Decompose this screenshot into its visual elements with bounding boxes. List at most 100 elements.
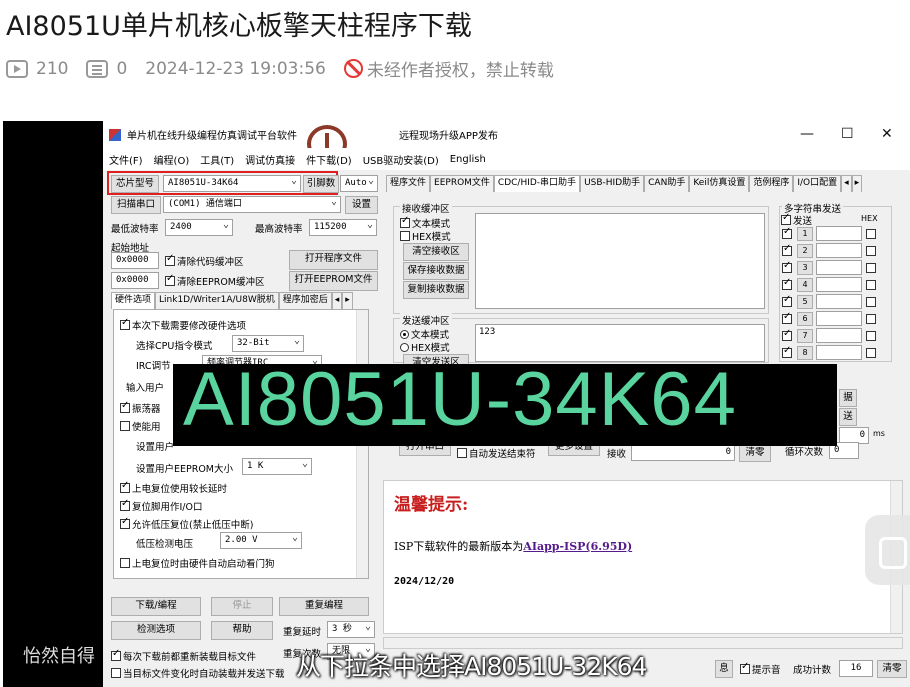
copy-receive-button[interactable]: 复制接收数据 (403, 281, 469, 299)
send-text-radio-icon[interactable] (400, 330, 409, 339)
clear-eeprom-checkbox[interactable]: 清除EEPROM缓冲区 (165, 273, 265, 288)
multi-row-input[interactable] (816, 328, 862, 343)
menu-file[interactable]: 文件(F) (109, 152, 143, 167)
send-hex-radio-icon[interactable] (400, 343, 409, 352)
multi-row-hex-check-icon[interactable] (866, 262, 876, 273)
menu-debug[interactable]: 调试仿真接 (245, 152, 295, 167)
com-port-select[interactable]: (COM1) 通信端口 (163, 196, 341, 213)
multi-row-hex-check-icon[interactable] (866, 330, 876, 341)
low-voltage-select[interactable]: 2.00 V (220, 532, 302, 549)
help-button[interactable]: 帮助 (211, 621, 273, 640)
multi-row-input[interactable] (816, 345, 862, 360)
low-voltage-check-icon[interactable] (120, 516, 130, 529)
power-reset-check-icon[interactable] (120, 480, 130, 493)
send-hex-mode[interactable]: HEX模式 (400, 340, 450, 354)
max-baud-select[interactable]: 115200 (309, 219, 377, 236)
clear-receive-count-button[interactable]: 清零 (739, 444, 771, 462)
multi-row-check-icon[interactable] (782, 226, 792, 239)
check-options-button[interactable]: 检测选项 (111, 621, 201, 640)
reload-check-icon[interactable] (111, 648, 121, 661)
tab-eeprom-file[interactable]: EEPROM文件 (430, 175, 494, 192)
multi-row-check-icon[interactable] (782, 345, 792, 358)
side-float-icon[interactable] (865, 515, 910, 585)
right-tab-left-icon[interactable]: ◂ (841, 175, 852, 192)
reset-pin-option[interactable]: 复位脚用作I/O口 (120, 498, 202, 513)
multi-row-hex-check-icon[interactable] (866, 347, 876, 358)
multi-row-check-icon[interactable] (782, 260, 792, 273)
recv-hex-check-icon[interactable] (400, 231, 410, 241)
open-eeprom-button[interactable]: 打开EEPROM文件 (289, 271, 378, 291)
low-voltage-reset-option[interactable]: 允许低压复位(禁止低压中断) (120, 516, 253, 531)
watchdog-option[interactable]: 上电复位时由硬件自动启动看门狗 (120, 556, 275, 570)
clear-receive-button[interactable]: 清空接收区 (403, 243, 469, 261)
multi-send-all-check-icon[interactable] (781, 212, 791, 225)
multi-row-hex-check-icon[interactable] (866, 279, 876, 290)
tab-scroll-left-icon[interactable]: ◂ (331, 292, 343, 309)
minimize-icon[interactable]: — (800, 126, 814, 142)
recv-text-check-icon[interactable] (400, 215, 410, 228)
tab-keil-sim[interactable]: Keil仿真设置 (689, 175, 750, 192)
download-program-button[interactable]: 下载/编程 (111, 597, 201, 616)
tab-usb-hid[interactable]: USB-HID助手 (580, 175, 645, 192)
tab-io-config[interactable]: I/O口配置 (793, 175, 842, 192)
multi-row-input[interactable] (816, 294, 862, 309)
multi-row-input[interactable] (816, 311, 862, 326)
tab-scroll-right-icon[interactable]: ▸ (342, 292, 353, 309)
open-program-button[interactable]: 打开程序文件 (289, 250, 378, 270)
multi-row-input[interactable] (816, 243, 862, 258)
oscillator-option[interactable]: 振荡器 (120, 400, 161, 415)
stop-button[interactable]: 停止 (211, 597, 273, 616)
multi-row-hex-check-icon[interactable] (866, 228, 876, 239)
menu-usb-driver[interactable]: USB驱动安装(D) (363, 152, 439, 167)
multi-row-input[interactable] (816, 277, 862, 292)
sound-check-icon[interactable] (740, 661, 750, 674)
min-baud-select[interactable]: 2400 (165, 219, 233, 236)
repeat-delay-select[interactable]: 3 秒 (327, 621, 375, 638)
eeprom-address-input[interactable]: 0x0000 (111, 272, 159, 289)
tab-examples[interactable]: 范例程序 (749, 175, 794, 192)
watchdog-check-icon[interactable] (120, 558, 130, 568)
enable-check-icon[interactable] (120, 421, 130, 431)
partial-button-1[interactable]: 据 (839, 389, 857, 407)
clear-code-checkbox[interactable]: 清除代码缓冲区 (165, 253, 244, 268)
clear-code-check-icon[interactable] (165, 253, 175, 266)
auto-load-option[interactable]: 当目标文件变化时自动装载并发送下载 (111, 666, 285, 680)
power-reset-option[interactable]: 上电复位使用较长延时 (120, 480, 227, 495)
modify-hw-option[interactable]: 本次下载需要修改硬件选项 (120, 317, 246, 332)
multi-row-send-button[interactable]: 6 (797, 311, 813, 326)
pins-button[interactable]: 引脚数 (303, 175, 339, 193)
multi-row-send-button[interactable]: 1 (797, 226, 813, 241)
scan-port-button[interactable]: 扫描串口 (111, 196, 161, 214)
enable-option[interactable]: 使能用 (120, 419, 161, 433)
latest-version-link[interactable]: AIapp-ISP(6.95D) (523, 540, 632, 553)
tab-program-file[interactable]: 程序文件 (386, 175, 431, 192)
menu-download[interactable]: 件下载(D) (306, 152, 352, 167)
eeprom-size-select[interactable]: 1 K (242, 458, 312, 475)
pins-select[interactable]: Auto (340, 175, 378, 192)
tab-can[interactable]: CAN助手 (644, 175, 690, 192)
menu-english[interactable]: English (450, 154, 486, 165)
reload-option[interactable]: 每次下载前都重新装载目标文件 (111, 648, 256, 663)
send-text-mode[interactable]: 文本模式 (400, 327, 449, 341)
right-tab-right-icon[interactable]: ▸ (851, 175, 863, 192)
reprogram-button[interactable]: 重复编程 (279, 597, 369, 616)
multi-row-check-icon[interactable] (782, 294, 792, 307)
tab-hardware-options[interactable]: 硬件选项 (111, 292, 156, 309)
menu-tools[interactable]: 工具(T) (200, 152, 234, 167)
auto-load-check-icon[interactable] (111, 668, 121, 678)
multi-row-send-button[interactable]: 3 (797, 260, 813, 275)
multi-row-check-icon[interactable] (782, 243, 792, 256)
close-icon[interactable]: ✕ (881, 126, 893, 142)
menu-program[interactable]: 编程(O) (154, 152, 190, 167)
partial-info-button[interactable]: 息 (715, 660, 733, 678)
save-receive-button[interactable]: 保存接收数据 (403, 262, 469, 280)
multi-row-check-icon[interactable] (782, 311, 792, 324)
auto-send-end-option[interactable]: 自动发送结束符 (457, 446, 536, 460)
multi-row-send-button[interactable]: 8 (797, 345, 813, 360)
recv-text-mode[interactable]: 文本模式 (400, 215, 450, 230)
cpu-mode-select[interactable]: 32-Bit (232, 335, 304, 352)
auto-send-end-check-icon[interactable] (457, 448, 467, 458)
tab-encrypt[interactable]: 程序加密后 (278, 292, 332, 309)
video-player[interactable]: 单片机在线升级编程仿真调试平台软件 远程现场升级APP发布 — ☐ ✕ 文件(F… (3, 121, 910, 687)
multi-row-send-button[interactable]: 5 (797, 294, 813, 309)
